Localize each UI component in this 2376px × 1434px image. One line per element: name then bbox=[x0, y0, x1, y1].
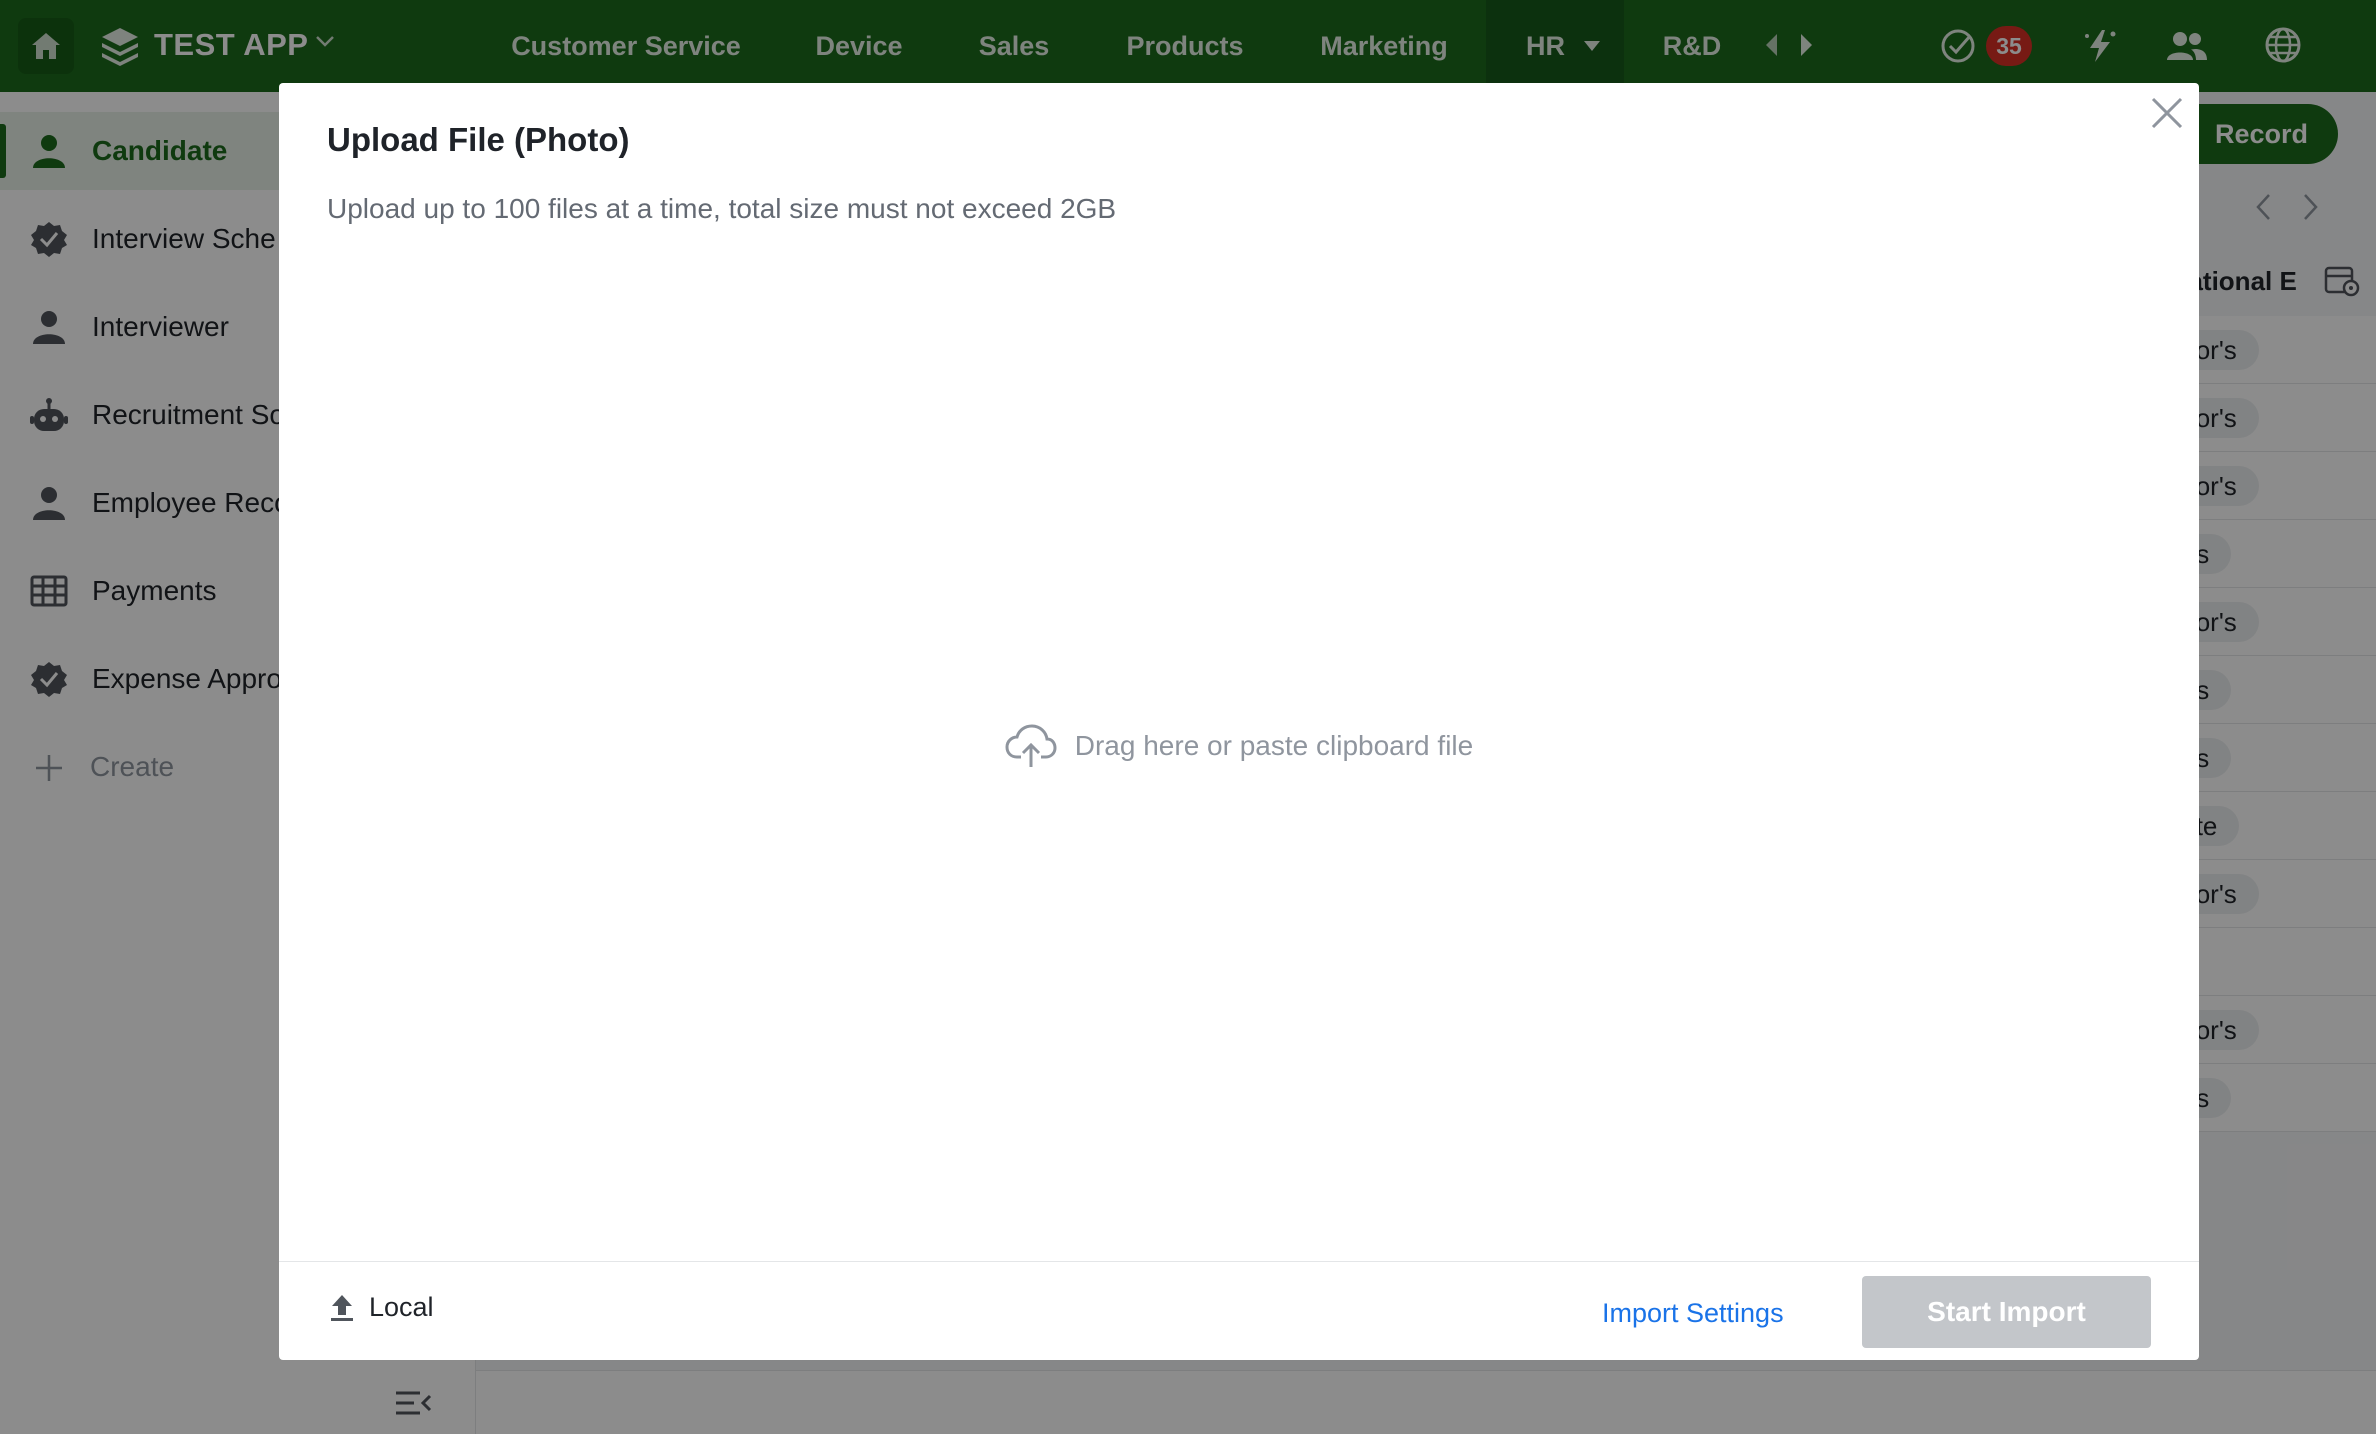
dialog-title: Upload File (Photo) bbox=[327, 121, 630, 158]
file-dropzone[interactable]: Drag here or paste clipboard file bbox=[279, 723, 2199, 769]
dropzone-label: Drag here or paste clipboard file bbox=[1074, 730, 1474, 761]
upload-icon bbox=[331, 1294, 353, 1321]
dialog-footer: Local Import Settings Start Import bbox=[279, 1261, 2199, 1360]
cloud-upload-icon bbox=[1005, 724, 1057, 767]
local-upload-label: Local bbox=[369, 1292, 434, 1322]
start-import-button[interactable]: Start Import bbox=[1862, 1276, 2151, 1348]
local-upload-button[interactable]: Local bbox=[329, 1292, 434, 1323]
close-icon[interactable] bbox=[2147, 93, 2187, 133]
import-settings-link[interactable]: Import Settings bbox=[1602, 1298, 1784, 1329]
upload-limit-text: Upload up to 100 files at a time, total … bbox=[327, 193, 1117, 224]
upload-file-dialog: Upload File (Photo) Upload up to 100 fil… bbox=[279, 83, 2199, 1360]
